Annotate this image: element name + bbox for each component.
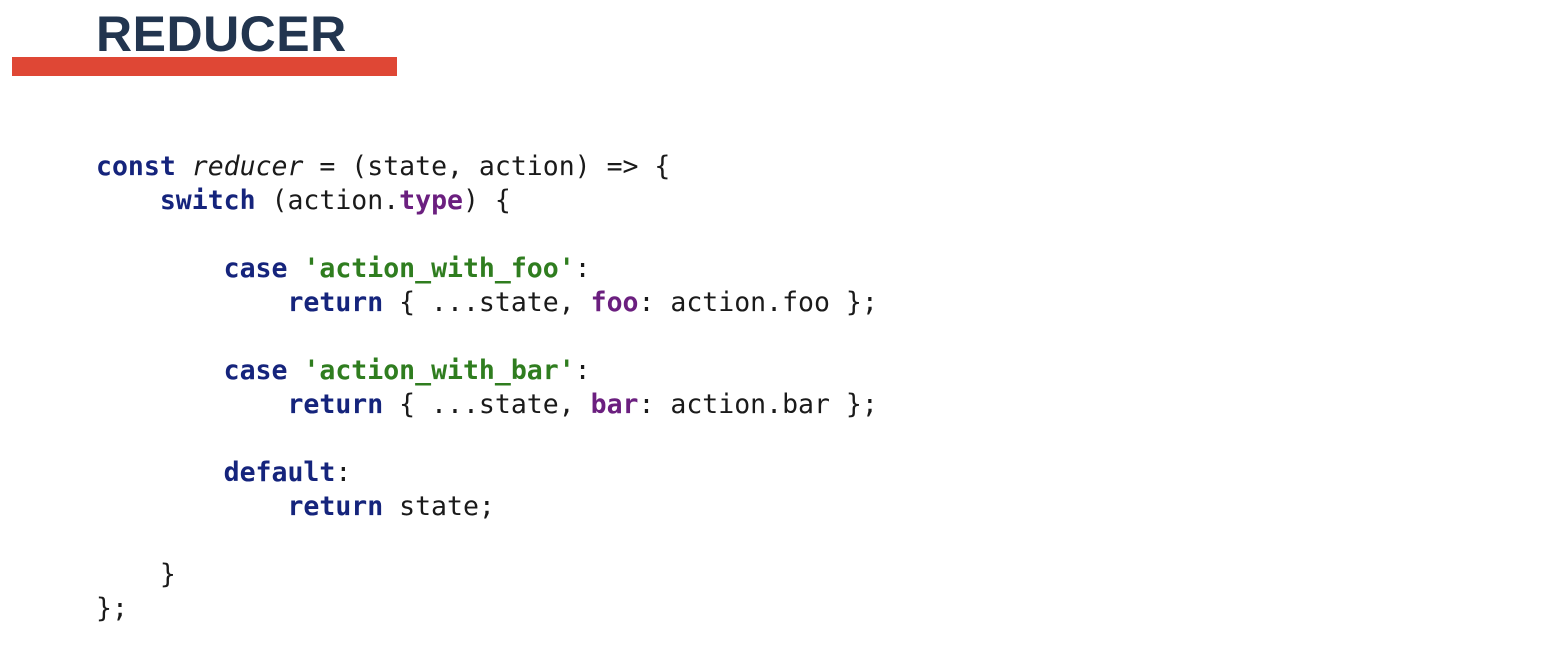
slide-title: REDUCER [96, 6, 347, 62]
code-keyword: default [223, 457, 336, 488]
code-text: : action.bar }; [638, 389, 878, 420]
code-keyword: return [287, 287, 384, 318]
code-keyword: case [223, 253, 288, 284]
code-line: return { ...state, foo: action.foo }; [96, 286, 878, 320]
code-keyword: return [287, 389, 384, 420]
code-line: default: [96, 456, 878, 490]
code-block: const reducer = (state, action) => { swi… [96, 150, 878, 626]
code-property: foo [590, 287, 639, 318]
code-text: { ...state, [383, 389, 591, 420]
code-text: : action.foo }; [638, 287, 878, 318]
title-underline-bar [12, 57, 397, 76]
code-keyword: case [223, 355, 288, 386]
code-text: } [96, 559, 176, 590]
code-line: switch (action.type) { [96, 184, 878, 218]
code-string: 'action_with_bar' [303, 355, 575, 386]
code-line: } [96, 558, 878, 592]
code-text: ) { [462, 185, 511, 216]
code-line: const reducer = (state, action) => { [96, 150, 878, 184]
code-text: (action. [255, 185, 400, 216]
code-keyword: const [96, 151, 176, 182]
code-text: reducer [191, 151, 304, 182]
code-line: return { ...state, bar: action.bar }; [96, 388, 878, 422]
code-property: type [399, 185, 463, 216]
code-line: }; [96, 592, 878, 626]
code-string: 'action_with_foo' [303, 253, 575, 284]
code-line: return state; [96, 490, 878, 524]
code-line: case 'action_with_bar': [96, 354, 878, 388]
code-text: : [574, 253, 591, 284]
code-keyword: return [287, 491, 384, 522]
code-text: : [574, 355, 591, 386]
code-text: : [335, 457, 352, 488]
code-text: }; [96, 593, 128, 624]
code-keyword: switch [159, 185, 256, 216]
code-text: = (state, action) => { [303, 151, 671, 182]
code-text: { ...state, [383, 287, 591, 318]
code-text: state; [383, 491, 495, 522]
code-line: case 'action_with_foo': [96, 252, 878, 286]
code-property: bar [590, 389, 639, 420]
